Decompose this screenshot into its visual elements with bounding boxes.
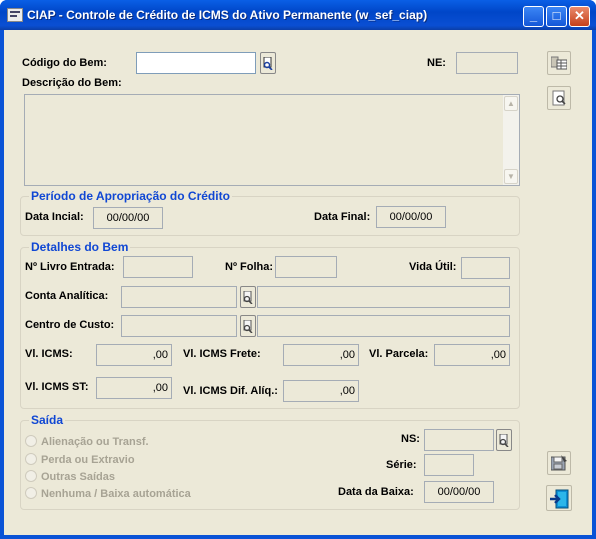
radio-button[interactable] [25,470,37,482]
window-title: CIAP - Controle de Crédito de ICMS do At… [27,8,428,22]
ns-label: NS: [401,433,420,445]
conta-desc-field[interactable] [257,286,510,308]
ne-label: NE: [427,57,446,69]
data-baixa-label: Data da Baixa: [338,486,414,498]
save-button[interactable] [547,451,571,475]
descricao-scrollbar[interactable]: ▲ ▼ [503,95,519,185]
codigo-label: Código do Bem: [22,57,107,69]
ns-field[interactable] [424,429,494,451]
exit-icon [550,489,569,509]
scroll-down-icon[interactable]: ▼ [504,169,518,184]
vl-dif-label: Vl. ICMS Dif. Alíq.: [183,385,278,397]
radio-nenhuma-label: Nenhuma / Baixa automática [41,488,191,500]
ns-lookup-button[interactable] [496,429,512,451]
codigo-input[interactable] [136,52,256,74]
centro-label: Centro de Custo: [25,319,115,331]
preview-button[interactable] [547,86,571,110]
data-inicial-label: Data Incial: [25,211,84,223]
radio-button[interactable] [25,435,37,447]
grid-view-button[interactable] [547,51,571,75]
radio-button[interactable] [25,453,37,465]
exit-button[interactable] [546,485,572,511]
vl-parcela-label: Vl. Parcela: [369,348,429,360]
data-inicial-field[interactable]: 00/00/00 [93,207,163,229]
livro-field[interactable] [123,256,193,278]
vl-icms-field[interactable]: ,00 [96,344,172,366]
centro-code-field[interactable] [121,315,237,337]
vl-frete-label: Vl. ICMS Frete: [183,348,261,360]
periodo-title: Período de Apropriação do Crédito [29,189,232,203]
radio-perda-label: Perda ou Extravio [41,454,135,466]
lookup-icon [243,291,253,304]
vida-field[interactable] [461,257,510,279]
form-area: Código do Bem: NE: Descrição do Bem: ▲ ▼… [4,30,592,535]
livro-label: Nº Livro Entrada: [25,261,115,273]
codigo-lookup-button[interactable] [260,52,276,74]
scroll-up-icon[interactable]: ▲ [504,96,518,111]
save-icon [551,455,567,471]
radio-perda[interactable]: Perda ou Extravio [25,453,135,466]
vl-st-label: Vl. ICMS ST: [25,381,89,393]
serie-label: Série: [386,459,417,471]
vl-dif-field[interactable]: ,00 [283,380,359,402]
data-final-field[interactable]: 00/00/00 [376,206,446,228]
folha-field[interactable] [275,256,337,278]
folha-label: Nº Folha: [225,261,274,273]
grid-view-icon [551,56,567,70]
vl-frete-field[interactable]: ,00 [283,344,359,366]
radio-alienacao[interactable]: Alienação ou Transf. [25,435,149,448]
radio-button[interactable] [25,487,37,499]
vl-icms-label: Vl. ICMS: [25,348,73,360]
vl-parcela-field[interactable]: ,00 [434,344,510,366]
ne-field[interactable] [456,52,518,74]
serie-field[interactable] [424,454,474,476]
radio-alienacao-label: Alienação ou Transf. [41,436,149,448]
radio-outras[interactable]: Outras Saídas [25,470,115,483]
centro-lookup-button[interactable] [240,315,256,337]
radio-nenhuma[interactable]: Nenhuma / Baixa automática [25,487,191,500]
descricao-textarea[interactable]: ▲ ▼ [24,94,520,186]
maximize-button[interactable]: □ [546,6,567,27]
vl-st-field[interactable]: ,00 [96,377,172,399]
detalhes-title: Detalhes do Bem [29,240,131,254]
conta-lookup-button[interactable] [240,286,256,308]
app-icon [7,8,23,22]
data-baixa-field[interactable]: 00/00/00 [424,481,494,503]
conta-label: Conta Analítica: [25,290,109,302]
vida-label: Vida Útil: [409,261,457,273]
data-final-label: Data Final: [314,211,371,223]
saida-title: Saída [29,413,66,427]
radio-outras-label: Outras Saídas [41,471,115,483]
preview-icon [552,90,566,106]
lookup-icon [263,57,273,70]
application-window: CIAP - Controle de Crédito de ICMS do At… [0,0,596,539]
descricao-label: Descrição do Bem: [22,77,122,89]
title-bar[interactable]: CIAP - Controle de Crédito de ICMS do At… [0,0,596,30]
conta-code-field[interactable] [121,286,237,308]
lookup-icon [499,434,509,447]
close-button[interactable]: ✕ [569,6,590,27]
lookup-icon [243,320,253,333]
minimize-button[interactable]: _ [523,6,544,27]
centro-desc-field[interactable] [257,315,510,337]
